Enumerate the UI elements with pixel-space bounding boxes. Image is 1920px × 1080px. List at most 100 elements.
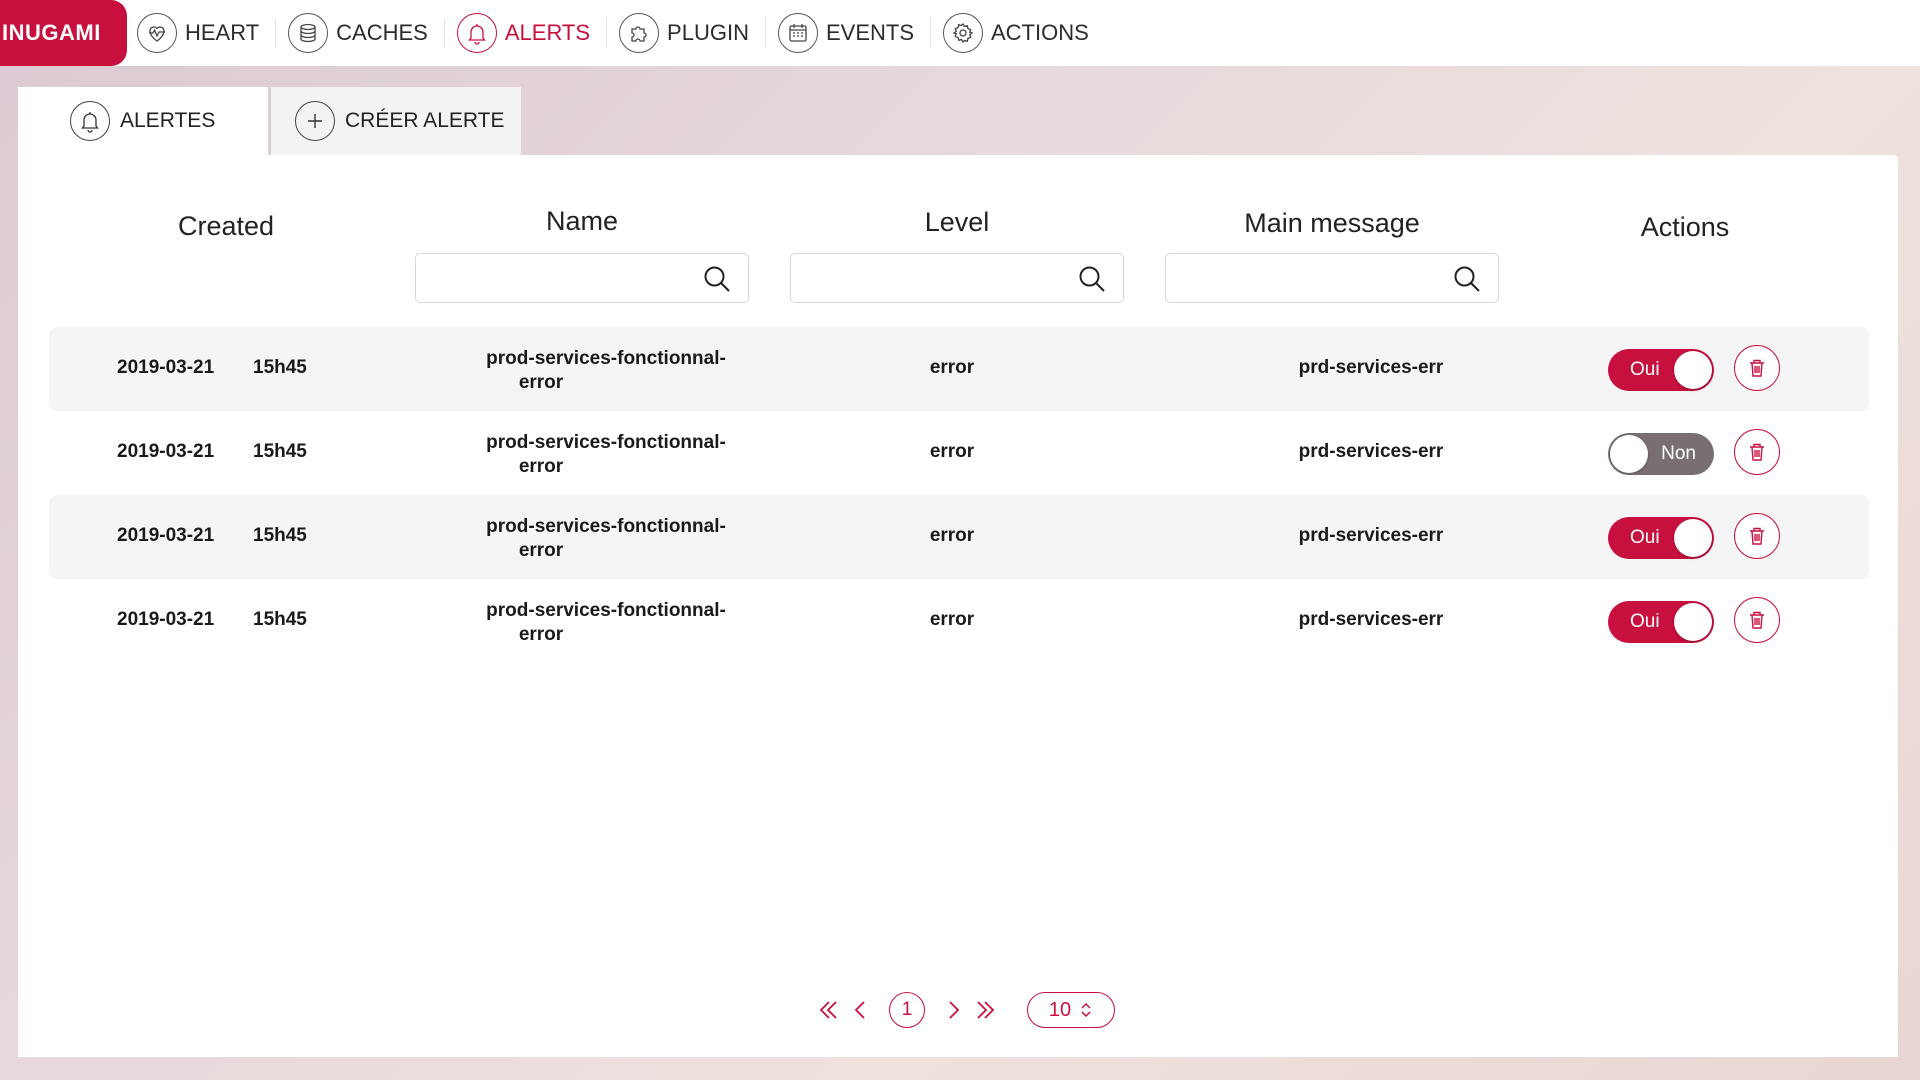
column-header-name[interactable]: Name (415, 206, 749, 237)
enabled-toggle[interactable]: Oui (1608, 349, 1714, 391)
alerts-table-panel: Created Name Level Main message Actions … (18, 155, 1898, 1057)
gear-icon (943, 13, 983, 53)
first-page-button[interactable] (813, 990, 845, 1030)
name-filter-input[interactable] (426, 254, 706, 300)
sort-updown-icon (1081, 1002, 1091, 1018)
calendar-icon (777, 13, 818, 53)
nav-item-events[interactable]: EVENTS (766, 0, 930, 66)
column-header-main-message[interactable]: Main message (1165, 208, 1499, 239)
last-page-button[interactable] (969, 990, 1001, 1030)
main-message-filter-input[interactable] (1176, 254, 1456, 300)
trash-icon (1750, 443, 1764, 461)
alert-name-line1: prod-services-fonctionnal- (486, 600, 726, 621)
alert-main-message: prd-services-err (1298, 525, 1444, 546)
alert-name: prod-services-fonctionnal-error (456, 431, 756, 479)
database-icon (288, 13, 329, 53)
alert-tabs: ALERTES CRÉER ALERTE (18, 87, 521, 155)
tab-label-creer-alerte: CRÉER ALERTE (345, 109, 505, 132)
puzzle-icon (619, 13, 660, 53)
table-row[interactable]: 2019-03-21 15h45 prod-services-fonctionn… (49, 579, 1869, 663)
alert-level: error (929, 525, 975, 546)
delete-alert-button[interactable] (1734, 513, 1780, 559)
enabled-toggle[interactable]: Non (1608, 433, 1714, 475)
brand-logo[interactable]: INUGAMI (0, 0, 127, 66)
plus-icon (295, 101, 335, 141)
enabled-toggle[interactable]: Oui (1608, 601, 1714, 643)
bell-icon (70, 101, 110, 141)
search-icon[interactable] (702, 264, 732, 294)
alert-name: prod-services-fonctionnal-error (456, 347, 756, 395)
name-filter-box (415, 253, 749, 303)
alert-name-line2: error (518, 540, 564, 561)
toggle-knob (1674, 519, 1712, 557)
search-icon[interactable] (1452, 264, 1482, 294)
search-icon[interactable] (1077, 264, 1107, 294)
table-header: Created Name Level Main message Actions (18, 155, 1898, 315)
table-row[interactable]: 2019-03-21 15h45 prod-services-fonctionn… (49, 495, 1869, 579)
toggle-label: Oui (1630, 359, 1660, 380)
created-date: 2019-03-21 (117, 609, 215, 630)
nav-label-events: EVENTS (825, 20, 914, 45)
toggle-label: Non (1661, 443, 1696, 464)
next-page-button[interactable] (937, 990, 969, 1030)
page-size-select[interactable]: 10 (1027, 992, 1115, 1028)
column-header-created[interactable]: Created (156, 211, 296, 242)
tab-alertes[interactable]: ALERTES (18, 87, 268, 155)
alert-name: prod-services-fonctionnal-error (456, 599, 756, 647)
alert-name-line2: error (518, 372, 564, 393)
nav-item-plugin[interactable]: PLUGIN (607, 0, 765, 66)
main-message-filter-box (1165, 253, 1499, 303)
toggle-label: Oui (1630, 527, 1660, 548)
toggle-knob (1610, 435, 1648, 473)
nav-item-alerts[interactable]: ALERTS (445, 0, 606, 66)
toggle-label: Oui (1630, 611, 1660, 632)
page-size-value: 10 (1048, 998, 1072, 1021)
created-time: 15h45 (253, 441, 307, 462)
bell-icon (456, 13, 497, 53)
nav-label-alerts: ALERTS (504, 20, 591, 45)
alert-name-line2: error (518, 456, 564, 477)
delete-alert-button[interactable] (1734, 429, 1780, 475)
table-row[interactable]: 2019-03-21 15h45 prod-services-fonctionn… (49, 411, 1869, 495)
current-page-button[interactable]: 1 (889, 992, 925, 1028)
alerts-table-body: 2019-03-21 15h45 prod-services-fonctionn… (49, 327, 1869, 663)
level-filter-input[interactable] (801, 254, 1081, 300)
chevron-left-icon (854, 1001, 865, 1019)
alert-name-line1: prod-services-fonctionnal- (486, 516, 726, 537)
table-row[interactable]: 2019-03-21 15h45 prod-services-fonctionn… (49, 327, 1869, 411)
alert-main-message: prd-services-err (1298, 441, 1444, 462)
created-time: 15h45 (253, 609, 307, 630)
tab-creer-alerte[interactable]: CRÉER ALERTE (270, 87, 521, 155)
nav-label-caches: CACHES (336, 20, 428, 45)
tab-label-alertes: ALERTES (120, 109, 216, 132)
toggle-knob (1674, 351, 1712, 389)
double-chevron-right-icon (977, 1001, 995, 1019)
trash-icon (1750, 359, 1764, 377)
alert-main-message: prd-services-err (1298, 357, 1444, 378)
created-date: 2019-03-21 (117, 525, 215, 546)
alert-level: error (929, 441, 975, 462)
previous-page-button[interactable] (845, 990, 877, 1030)
nav-label-heart: HEART (185, 20, 260, 45)
enabled-toggle[interactable]: Oui (1608, 517, 1714, 559)
alert-name-line1: prod-services-fonctionnal- (486, 348, 726, 369)
nav-item-caches[interactable]: CACHES (276, 0, 444, 66)
nav-item-actions[interactable]: ACTIONS (931, 0, 1105, 66)
pagination: 1 10 (813, 990, 1115, 1030)
alert-main-message: prd-services-err (1298, 609, 1444, 630)
nav-item-heart[interactable]: HEART (127, 0, 275, 66)
alert-name-line2: error (518, 624, 564, 645)
main-nav: HEART CACHES ALERTS PLUGIN EVENTS ACTION… (127, 0, 1105, 66)
nav-label-plugin: PLUGIN (667, 20, 749, 45)
alert-level: error (929, 357, 975, 378)
created-time: 15h45 (253, 357, 307, 378)
created-time: 15h45 (253, 525, 307, 546)
delete-alert-button[interactable] (1734, 597, 1780, 643)
chevron-right-icon (949, 1001, 960, 1019)
column-header-level[interactable]: Level (790, 207, 1124, 238)
level-filter-box (790, 253, 1124, 303)
heart-icon (137, 13, 177, 53)
alert-level: error (929, 609, 975, 630)
created-date: 2019-03-21 (117, 357, 215, 378)
delete-alert-button[interactable] (1734, 345, 1780, 391)
